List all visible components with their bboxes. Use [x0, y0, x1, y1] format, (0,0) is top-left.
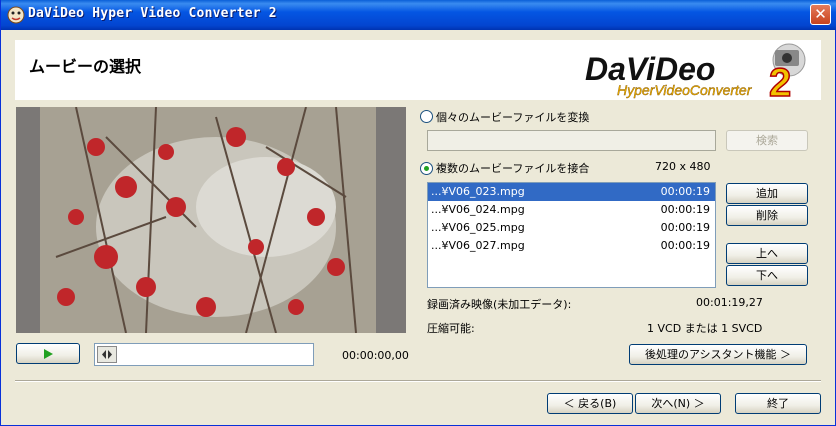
video-frame — [16, 107, 406, 333]
file-name: ...¥V06_024.mpg — [431, 203, 525, 216]
file-list[interactable]: ...¥V06_023.mpg 00:00:19 ...¥V06_024.mpg 0… — [427, 182, 716, 288]
radio-single-file[interactable] — [420, 110, 433, 123]
app-icon — [7, 6, 25, 24]
close-icon: ✕ — [814, 5, 827, 23]
delete-button[interactable]: 削除 — [726, 205, 808, 226]
browse-button: 検索 — [726, 130, 808, 151]
playback-time: 00:00:00,00 — [342, 349, 409, 362]
file-name: ...¥V06_023.mpg — [431, 185, 525, 198]
file-path-input — [427, 130, 716, 151]
add-button[interactable]: 追加 — [726, 183, 808, 204]
logo-subtext: HyperVideoConverter — [617, 82, 753, 98]
next-button[interactable]: 次へ(N) ＞ — [635, 393, 721, 414]
file-row[interactable]: ...¥V06_024.mpg 00:00:19 — [428, 201, 715, 219]
move-down-button[interactable]: 下へ — [726, 265, 808, 286]
slider-grip-icon — [102, 350, 112, 359]
video-preview — [16, 107, 406, 333]
move-up-button[interactable]: 上へ — [726, 243, 808, 264]
window-title: DaViDeo Hyper Video Converter 2 — [28, 6, 277, 21]
single-file-label: 個々のムービーファイルを変換 — [436, 111, 590, 124]
post-process-assistant-button[interactable]: 後処理のアシスタント機能 ＞ — [629, 344, 807, 365]
back-button[interactable]: ＜ 戻る(B) — [547, 393, 633, 414]
logo-badge: 2 — [769, 61, 791, 100]
app-window: DaViDeo Hyper Video Converter 2 ✕ ムービーの選… — [0, 0, 836, 426]
play-button[interactable] — [16, 343, 80, 364]
file-duration: 00:00:19 — [660, 203, 710, 216]
close-button[interactable]: ✕ — [810, 4, 831, 25]
file-duration: 00:00:19 — [660, 239, 710, 252]
compress-label: 圧縮可能: — [427, 322, 475, 335]
play-icon — [44, 349, 53, 359]
file-row[interactable]: ...¥V06_023.mpg 00:00:19 — [428, 183, 715, 201]
file-duration: 00:00:19 — [660, 221, 710, 234]
file-duration: 00:00:19 — [660, 185, 710, 198]
divider — [15, 380, 821, 382]
file-row[interactable]: ...¥V06_025.mpg 00:00:19 — [428, 219, 715, 237]
title-bar[interactable]: DaViDeo Hyper Video Converter 2 ✕ — [1, 0, 836, 30]
file-name: ...¥V06_025.mpg — [431, 221, 525, 234]
header-banner: ムービーの選択 DaViDeo HyperVideoConverter 2 — [15, 40, 821, 100]
resolution-text: 720 x 480 — [655, 160, 711, 173]
finish-button[interactable]: 終了 — [735, 393, 821, 414]
seek-slider[interactable] — [94, 343, 314, 366]
davideo-logo: DaViDeo HyperVideoConverter 2 — [585, 43, 806, 100]
seek-thumb[interactable] — [97, 346, 117, 363]
file-name: ...¥V06_027.mpg — [431, 239, 525, 252]
page-title: ムービーの選択 — [29, 57, 142, 76]
file-row[interactable]: ...¥V06_027.mpg 00:00:19 — [428, 237, 715, 255]
radio-merge-files[interactable] — [420, 162, 433, 175]
merge-files-label: 複数のムービーファイルを接合 — [436, 162, 590, 175]
compress-value: 1 VCD または 1 SVCD — [647, 322, 763, 335]
recorded-value: 00:01:19,27 — [696, 296, 763, 309]
recorded-label: 録画済み映像(未加工データ): — [427, 298, 572, 311]
